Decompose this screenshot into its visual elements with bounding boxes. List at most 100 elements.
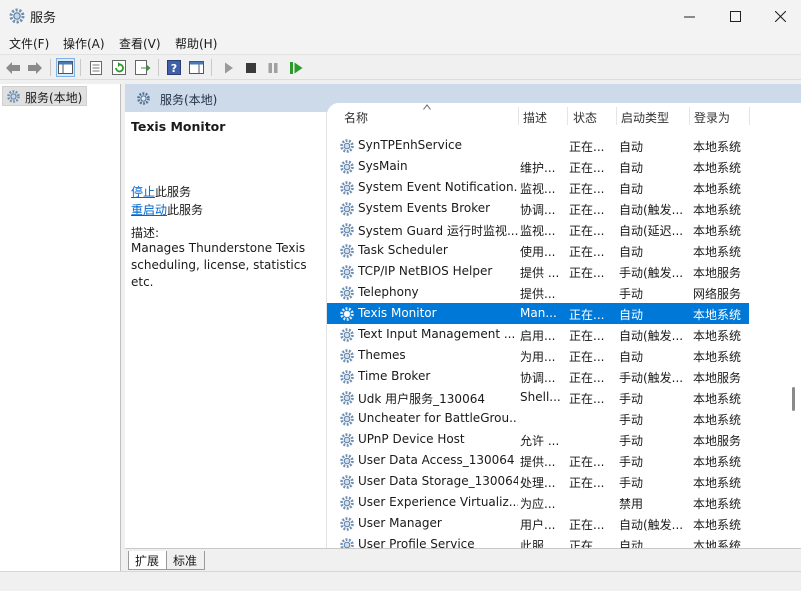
refresh-button[interactable] [110, 58, 129, 77]
column-name[interactable]: 名称 [344, 109, 368, 126]
service-name: SynTPEnhService [358, 138, 463, 152]
service-description: 允许 ... [520, 434, 560, 448]
service-row[interactable]: Time Broker 协调... 正在... 手动(触发... 本地服务 [327, 366, 749, 387]
pause-icon [268, 62, 277, 73]
service-row[interactable]: TCP/IP NetBIOS Helper 提供 ... 正在... 手动(触发...… [327, 261, 749, 282]
service-row[interactable]: Uncheater for BattleGrou... 手动 本地系统 [327, 408, 749, 429]
service-gear-icon [340, 433, 354, 447]
show-action-pane-button[interactable] [187, 58, 206, 77]
service-gear-icon [340, 454, 354, 468]
service-gear-icon [340, 139, 354, 153]
close-button[interactable] [757, 0, 801, 32]
restart-icon [290, 61, 303, 74]
console-tree-icon [58, 61, 73, 74]
service-name: User Data Storage_130064 [358, 474, 518, 488]
services-gear-icon [137, 92, 150, 105]
service-logon-as: 本地系统 [693, 518, 742, 532]
service-row[interactable]: System Event Notification... 监视... 正在... 自动… [327, 177, 749, 198]
service-logon-as: 本地系统 [693, 182, 742, 196]
stop-service-button[interactable] [241, 58, 260, 77]
toolbar-separator [50, 59, 51, 76]
menu-view[interactable]: 查看(V) [119, 35, 161, 52]
description-text: Manages Thunderstone Texis scheduling, l… [131, 241, 307, 289]
service-description: 监视... [520, 182, 556, 196]
service-startup-type: 手动 [619, 476, 644, 490]
menu-help[interactable]: 帮助(H) [175, 35, 217, 52]
scrollbar-thumb[interactable] [792, 387, 795, 411]
column-description[interactable]: 描述 [523, 109, 547, 126]
service-gear-icon [340, 223, 354, 237]
service-row[interactable]: SysMain 维护... 正在... 自动 本地系统 [327, 156, 749, 177]
column-status[interactable]: 状态 [573, 109, 597, 126]
service-name: Text Input Management ... [358, 327, 516, 341]
service-description: Man... [520, 306, 557, 320]
back-button[interactable] [3, 58, 22, 77]
service-name: User Experience Virtualiz... [358, 495, 518, 509]
service-row[interactable]: Udk 用户服务_130064 Shell... 正在... 手动 本地系统 [327, 387, 749, 408]
service-row[interactable]: User Profile Service 此服... 正在... 自动 本地系统 [327, 534, 749, 548]
stop-icon [245, 62, 256, 73]
services-list[interactable]: 名称 描述 状态 启动类型 登录为 SynTPEnhService 正在... 自动… [327, 103, 801, 548]
service-startup-type: 自动 [619, 539, 644, 548]
service-row[interactable]: SynTPEnhService 正在... 自动 本地系统 [327, 135, 749, 156]
service-startup-type: 自动(触发... [619, 203, 684, 217]
details-pane: 服务(本地) Texis Monitor 停止此服务 重启动此服务 描述: Ma… [125, 84, 801, 571]
services-gear-icon [7, 90, 20, 103]
restart-service-link[interactable]: 重启动 [131, 203, 167, 217]
service-startup-type: 手动(触发... [619, 371, 684, 385]
service-name: Udk 用户服务_130064 [358, 392, 485, 406]
service-logon-as: 网络服务 [693, 287, 742, 301]
tab-extended[interactable]: 扩展 [128, 551, 168, 570]
service-gear-icon [340, 370, 354, 384]
toolbar-separator [158, 59, 159, 76]
service-row[interactable]: Telephony 提供... 手动 网络服务 [327, 282, 749, 303]
service-status: 正在... [569, 161, 605, 175]
toolbar: ? [0, 54, 801, 80]
service-logon-as: 本地系统 [693, 476, 742, 490]
service-row[interactable]: Themes 为用... 正在... 自动 本地系统 [327, 345, 749, 366]
help-button[interactable]: ? [164, 58, 183, 77]
forward-arrow-icon [27, 61, 42, 74]
service-logon-as: 本地系统 [693, 392, 742, 406]
back-arrow-icon [5, 61, 20, 74]
service-row[interactable]: User Data Storage_130064 处理... 正在... 手动 本地系统 [327, 471, 749, 492]
service-name: UPnP Device Host [358, 432, 465, 446]
vertical-scrollbar[interactable] [786, 103, 801, 548]
export-list-button[interactable] [133, 58, 152, 77]
service-startup-type: 自动 [619, 350, 644, 364]
minimize-button[interactable] [666, 0, 712, 32]
service-name: Texis Monitor [358, 306, 437, 320]
service-row[interactable]: Texis Monitor Man... 正在... 自动 本地系统 [327, 303, 749, 324]
service-row[interactable]: User Experience Virtualiz... 为应... 禁用 本地系统 [327, 492, 749, 513]
properties-button[interactable] [86, 58, 105, 77]
service-row[interactable]: System Guard 运行时监视... 监视... 正在... 自动(延迟... 本… [327, 219, 749, 240]
tree-item-services-local[interactable]: 服务(本地) [2, 86, 88, 106]
menu-action[interactable]: 操作(A) [63, 35, 105, 52]
title-bar: 服务 [0, 0, 801, 32]
menu-file[interactable]: 文件(F) [9, 35, 49, 52]
pause-service-button[interactable] [263, 58, 282, 77]
service-gear-icon [340, 181, 354, 195]
column-logon-as[interactable]: 登录为 [694, 109, 730, 126]
start-service-button[interactable] [219, 58, 238, 77]
service-gear-icon [340, 349, 354, 363]
service-description: 提供 ... [520, 266, 560, 280]
maximize-button[interactable] [712, 0, 758, 32]
service-row[interactable]: User Data Access_130064 提供... 正在... 手动 本地系统 [327, 450, 749, 471]
console-tree: 服务(本地) [0, 84, 121, 571]
service-name: Themes [358, 348, 406, 362]
show-console-tree-button[interactable] [56, 58, 75, 77]
service-description-pane: Texis Monitor 停止此服务 重启动此服务 描述: Manages T… [125, 112, 327, 548]
tab-standard[interactable]: 标准 [166, 551, 206, 570]
service-row[interactable]: System Events Broker 协调... 正在... 自动(触发... 本地… [327, 198, 749, 219]
stop-service-link[interactable]: 停止 [131, 185, 155, 199]
restart-service-button[interactable] [287, 58, 306, 77]
service-row[interactable]: Task Scheduler 使用... 正在... 自动 本地系统 [327, 240, 749, 261]
column-startup-type[interactable]: 启动类型 [621, 109, 669, 126]
service-row[interactable]: Text Input Management ... 启用... 正在... 自动(触发… [327, 324, 749, 345]
service-startup-type: 自动 [619, 182, 644, 196]
service-row[interactable]: User Manager 用户... 正在... 自动(触发... 本地系统 [327, 513, 749, 534]
service-logon-as: 本地系统 [693, 413, 742, 427]
forward-button[interactable] [25, 58, 44, 77]
service-row[interactable]: UPnP Device Host 允许 ... 手动 本地服务 [327, 429, 749, 450]
